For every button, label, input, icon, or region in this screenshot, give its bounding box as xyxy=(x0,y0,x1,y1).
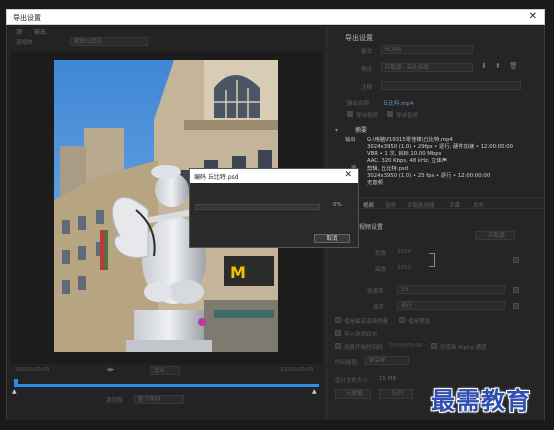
tab-output[interactable]: 输出 xyxy=(34,27,46,36)
tab-captions[interactable]: 字幕 xyxy=(449,201,460,209)
comments-label: 注释 xyxy=(361,85,373,91)
tab-audio[interactable]: 音频 xyxy=(385,201,396,209)
set-start-tc-checkbox[interactable] xyxy=(335,343,341,349)
delete-preset-icon[interactable]: 🗑 xyxy=(509,62,518,70)
width-value[interactable]: 3024 xyxy=(397,249,411,255)
tab-publish[interactable]: 发布 xyxy=(473,201,484,209)
play-icon[interactable]: ◀▶ xyxy=(106,367,114,373)
format-label: 格式 xyxy=(361,49,373,55)
field-order-dropdown[interactable]: 逐行 xyxy=(397,301,505,310)
tab-multiplexer[interactable]: 多路复用器 xyxy=(407,201,435,209)
width-label: 宽度 xyxy=(375,251,387,257)
cancel-button[interactable]: 取消 xyxy=(314,234,350,243)
frame-rate-label: 帧速率 xyxy=(367,289,384,295)
set-start-tc-label: 设置开始时间码 xyxy=(344,345,383,351)
playhead-handle[interactable] xyxy=(14,379,18,385)
encoding-progress-dialog: 编码 丘比特.psd ✕ 0% 取消 xyxy=(189,168,359,248)
collapse-icon[interactable]: ▾ xyxy=(335,127,338,134)
timeline-range-bar[interactable] xyxy=(14,384,319,387)
close-icon[interactable]: ✕ xyxy=(344,170,352,180)
export-settings-header: 导出设置 xyxy=(345,34,373,42)
preset-label: 预设 xyxy=(361,67,373,73)
export-video-label: 导出视频 xyxy=(356,113,379,119)
timecode-end: 12;00;00;00 xyxy=(280,367,314,373)
source-range-dropdown[interactable]: 整个序列 xyxy=(134,395,184,404)
field-order-checkbox[interactable] xyxy=(513,303,519,309)
left-tabs: 源 输出 xyxy=(10,27,320,37)
summary-output-line: AAC, 320 Kbps, 48 kHz, 立体声 xyxy=(367,158,447,164)
svg-text:M: M xyxy=(230,263,246,282)
frame-rate-dropdown[interactable]: 29 xyxy=(397,285,505,294)
format-dropdown[interactable]: H.264 xyxy=(381,45,473,54)
render-alpha-checkbox[interactable] xyxy=(431,343,437,349)
import-project-label: 导入到项目中 xyxy=(344,332,378,338)
height-value[interactable]: 3950 xyxy=(397,265,411,271)
out-point-icon[interactable]: ▲ xyxy=(312,388,317,395)
height-label: 高度 xyxy=(375,267,387,273)
use-preview-label: 使用预览 xyxy=(408,319,431,325)
output-name-label: 输出名称 xyxy=(347,101,370,107)
source-scaling-dropdown[interactable]: 缩放以适合 xyxy=(70,37,148,46)
source-scaling-row: 源缩放 缩放以适合 xyxy=(10,37,320,47)
metadata-button[interactable]: 元数据 xyxy=(335,389,371,399)
source-range-row: 源范围 整个序列 xyxy=(10,395,322,405)
field-order-label: 场序 xyxy=(373,305,385,311)
time-interp-label: 时间插值 xyxy=(335,360,358,366)
tab-source[interactable]: 源 xyxy=(16,27,22,36)
max-render-label: 使用最高渲染质量 xyxy=(344,319,389,325)
file-size-value: 15 MB xyxy=(379,376,397,382)
fit-dropdown[interactable]: 适合 xyxy=(150,366,180,375)
export-video-checkbox[interactable] xyxy=(347,111,353,117)
import-project-checkbox[interactable] xyxy=(335,330,341,336)
export-audio-label: 导出音频 xyxy=(396,113,419,119)
in-point-icon[interactable]: ▲ xyxy=(12,388,17,395)
source-scaling-label: 源缩放 xyxy=(16,40,33,46)
window-title: 导出设置 xyxy=(13,14,41,22)
comments-field[interactable] xyxy=(381,81,521,90)
link-icon[interactable] xyxy=(429,253,435,267)
render-alpha-label: 仅渲染 Alpha 通道 xyxy=(440,345,487,351)
export-audio-checkbox[interactable] xyxy=(387,111,393,117)
max-render-checkbox[interactable] xyxy=(335,317,341,323)
timeline-scrubber[interactable]: ▲ ▲ xyxy=(12,379,319,395)
progress-title-bar: 编码 丘比特.psd ✕ xyxy=(190,169,358,183)
queue-button[interactable]: 队列 xyxy=(379,389,413,399)
timecode-row: 00;00;00;00 ◀▶ 适合 12;00;00;00 xyxy=(10,366,322,376)
time-interp-dropdown[interactable]: 帧采样 xyxy=(365,356,409,365)
tab-video[interactable]: 视频 xyxy=(363,201,374,209)
output-name-link[interactable]: 丘比特.mp4 xyxy=(383,99,414,107)
frame-rate-checkbox[interactable] xyxy=(513,287,519,293)
use-preview-checkbox[interactable] xyxy=(399,317,405,323)
summary-source-line: 3024x3950 (1.0) • 25 fps • 逐行 • 12:00:00… xyxy=(367,173,491,179)
summary-source-line: 无音频 xyxy=(367,180,383,186)
start-tc-value[interactable]: 00;00;00;00 xyxy=(389,343,423,349)
progress-percent: 0% xyxy=(333,202,342,208)
width-checkbox[interactable] xyxy=(513,257,519,263)
timecode-start: 00;00;00;00 xyxy=(16,367,50,373)
progress-title: 编码 丘比特.psd xyxy=(194,174,239,181)
summary-header: 摘要 xyxy=(355,127,368,134)
progress-bar xyxy=(195,204,320,210)
match-source-button[interactable]: 匹配源 xyxy=(475,231,515,240)
close-icon[interactable]: ✕ xyxy=(529,11,537,22)
file-size-label: 估计文件大小: xyxy=(335,378,370,384)
summary-output-label: 输出 xyxy=(345,137,356,143)
save-preset-icon[interactable]: ⬇ xyxy=(481,62,487,70)
preset-dropdown[interactable]: 匹配源 - 高比特率 xyxy=(381,63,473,72)
import-preset-icon[interactable]: ⬆ xyxy=(495,62,501,70)
watermark-logo: 最需教育 xyxy=(431,386,531,415)
settings-tabs: 效果 视频 音频 多路复用器 字幕 发布 xyxy=(327,197,544,209)
source-range-label: 源范围 xyxy=(106,398,123,404)
window-title-bar: 导出设置 ✕ xyxy=(6,9,545,25)
